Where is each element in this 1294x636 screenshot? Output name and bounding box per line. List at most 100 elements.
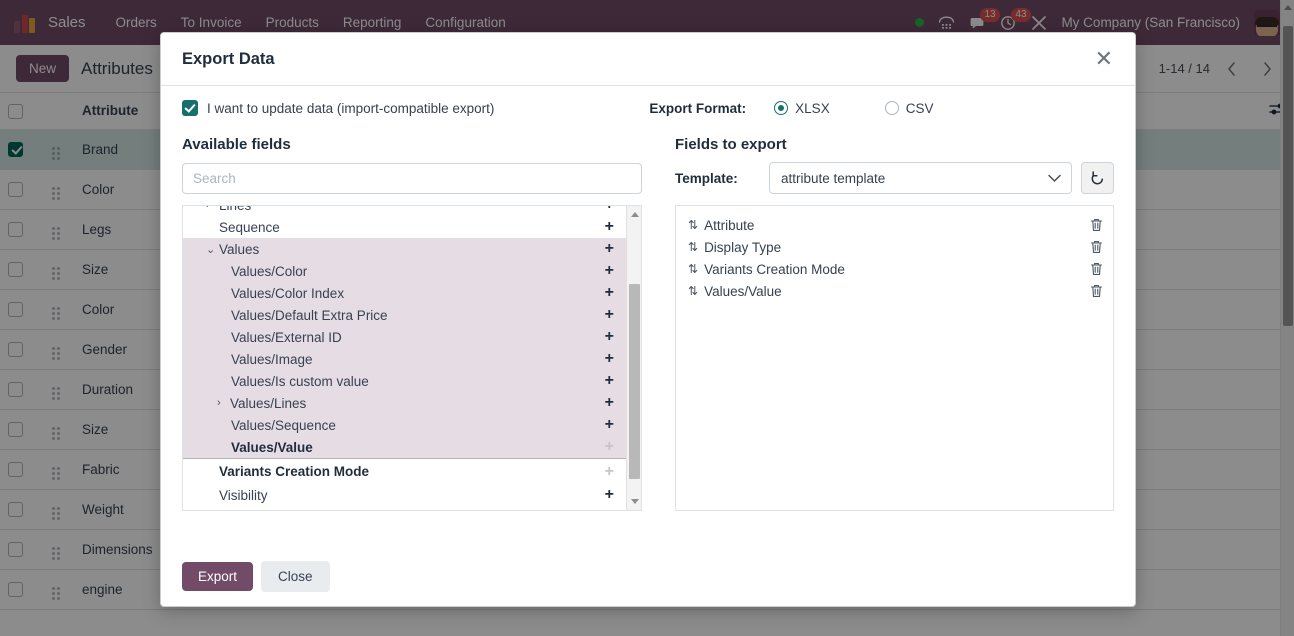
chevron-right-icon[interactable]: › — [206, 206, 219, 211]
field-row-values[interactable]: ⌄ Values + — [183, 238, 626, 260]
field-row-values-is-custom-value[interactable]: Values/Is custom value + — [183, 370, 626, 392]
export-field-row[interactable]: ⇅ Display Type — [688, 236, 1103, 258]
trash-icon[interactable] — [1090, 218, 1103, 232]
add-field-plus-icon: + — [604, 438, 614, 455]
format-option-xlsx[interactable]: XLSX — [774, 101, 830, 116]
field-row-label: Values/Color Index — [231, 285, 345, 301]
add-field-plus-icon[interactable]: + — [605, 351, 614, 367]
template-label: Template: — [675, 170, 738, 186]
fields-to-export-title: Fields to export — [675, 136, 787, 153]
drag-updown-icon[interactable]: ⇅ — [688, 240, 698, 254]
field-row-variants-creation-mode[interactable]: Variants Creation Mode + — [183, 458, 626, 484]
field-row-visibility[interactable]: Visibility + — [183, 484, 626, 506]
close-button[interactable]: Close — [261, 560, 330, 592]
field-row-values-lines[interactable]: › Values/Lines + — [183, 392, 626, 414]
close-x-icon[interactable]: ✕ — [1093, 48, 1115, 70]
trash-icon[interactable] — [1090, 284, 1103, 298]
dialog-panes: Available fields › Lines + Sequence — [182, 136, 1114, 511]
template-row: Template: attribute template — [675, 162, 1114, 194]
available-fields-list-box: › Lines + Sequence + ⌄ Values — [182, 205, 642, 511]
export-format-label: Export Format: — [649, 100, 747, 116]
dialog-options-row: I want to update data (import-compatible… — [182, 100, 1114, 116]
dialog-title: Export Data — [182, 49, 275, 68]
export-field-label: Attribute — [704, 217, 755, 233]
trash-icon[interactable] — [1090, 240, 1103, 254]
available-fields-title: Available fields — [182, 136, 291, 153]
field-row-lines[interactable]: › Lines + — [183, 206, 626, 216]
scroll-down-arrow-icon[interactable] — [630, 499, 639, 504]
export-field-label: Values/Value — [704, 283, 782, 299]
field-row-label: Variants Creation Mode — [219, 464, 370, 479]
field-row-sequence[interactable]: Sequence + — [183, 216, 626, 238]
field-row-values-sequence[interactable]: Values/Sequence + — [183, 414, 626, 436]
radio-xlsx[interactable] — [774, 101, 789, 115]
update-data-checkbox-group[interactable]: I want to update data (import-compatible… — [182, 100, 494, 116]
export-field-label: Display Type — [704, 239, 782, 255]
export-data-dialog: Export Data ✕ I want to update data (imp… — [160, 32, 1136, 607]
field-row-values-color-index[interactable]: Values/Color Index + — [183, 282, 626, 304]
drag-updown-icon[interactable]: ⇅ — [688, 284, 698, 298]
available-fields-pane: Available fields › Lines + Sequence — [182, 136, 642, 511]
field-tree: › Lines + Sequence + ⌄ Values — [183, 206, 626, 506]
chevron-right-icon[interactable]: › — [217, 397, 230, 409]
dialog-body: I want to update data (import-compatible… — [161, 86, 1135, 546]
field-row-label: Values/Is custom value — [231, 373, 369, 389]
drag-updown-icon[interactable]: ⇅ — [688, 218, 698, 232]
field-row-label: Visibility — [219, 487, 268, 503]
add-field-plus-icon[interactable]: + — [605, 307, 614, 323]
update-data-label: I want to update data (import-compatible… — [207, 100, 495, 116]
available-fields-list: › Lines + Sequence + ⌄ Values — [183, 206, 626, 510]
export-field-row[interactable]: ⇅ Values/Value — [688, 280, 1103, 302]
update-data-checkbox[interactable] — [182, 100, 198, 116]
available-fields-scrollbar[interactable] — [626, 206, 641, 510]
export-field-label: Variants Creation Mode — [704, 261, 845, 277]
export-fields-list: ⇅ Attribute ⇅ Display Type ⇅ Variants Cr… — [675, 205, 1114, 511]
format-option-csv[interactable]: CSV — [884, 100, 934, 116]
dialog-footer: Export Close — [161, 546, 1135, 606]
field-row-label: Values — [219, 241, 260, 257]
format-option-xlsx-label: XLSX — [795, 100, 830, 116]
trash-icon[interactable] — [1090, 262, 1103, 276]
add-field-plus-icon[interactable]: + — [605, 395, 614, 411]
field-row-label: Values/Lines — [230, 395, 307, 411]
field-row-label: Values/External ID — [231, 329, 342, 345]
export-field-row[interactable]: ⇅ Attribute — [688, 214, 1103, 236]
scrollbar-thumb[interactable] — [629, 284, 640, 479]
field-row-label: Values/Sequence — [231, 417, 336, 433]
add-field-plus-icon[interactable]: + — [605, 206, 614, 213]
field-row-values-color[interactable]: Values/Color + — [183, 260, 626, 282]
template-select[interactable]: attribute template — [769, 162, 1072, 194]
fields-to-export-pane: Fields to export Template: attribute tem… — [675, 136, 1114, 511]
field-row-label: Values/Value — [231, 439, 313, 455]
export-field-row[interactable]: ⇅ Variants Creation Mode — [688, 258, 1103, 280]
add-field-plus-icon[interactable]: + — [605, 417, 614, 433]
radio-csv[interactable] — [884, 101, 899, 115]
chevron-down-icon[interactable]: ⌄ — [206, 243, 219, 256]
add-field-plus-icon[interactable]: + — [605, 373, 614, 389]
field-row-label: Values/Image — [231, 351, 313, 367]
dialog-header: Export Data ✕ — [161, 33, 1135, 86]
field-row-label: Sequence — [219, 219, 280, 235]
search-input[interactable] — [182, 163, 642, 194]
add-field-plus-icon: + — [604, 462, 614, 480]
add-field-plus-icon[interactable]: + — [605, 329, 614, 345]
add-field-plus-icon[interactable]: + — [605, 219, 614, 235]
drag-updown-icon[interactable]: ⇅ — [688, 262, 698, 276]
field-row-label: Lines — [219, 206, 605, 213]
template-select-wrap: attribute template — [769, 162, 1072, 194]
add-field-plus-icon[interactable]: + — [605, 285, 614, 301]
export-format-group: Export Format: XLSX CSV — [649, 101, 933, 116]
field-row-values-image[interactable]: Values/Image + — [183, 348, 626, 370]
add-field-plus-icon[interactable]: + — [605, 241, 614, 257]
field-row-values-default-extra-price[interactable]: Values/Default Extra Price + — [183, 304, 626, 326]
field-row-values-external-id[interactable]: Values/External ID + — [183, 326, 626, 348]
export-button[interactable]: Export — [182, 561, 254, 591]
scroll-up-arrow-icon[interactable] — [630, 212, 639, 217]
add-field-plus-icon[interactable]: + — [605, 263, 614, 279]
format-option-csv-label: CSV — [905, 100, 934, 116]
reset-arrow-icon — [1091, 170, 1104, 184]
add-field-plus-icon[interactable]: + — [605, 487, 614, 503]
reset-template-button[interactable] — [1081, 162, 1114, 194]
field-row-values-value[interactable]: Values/Value + — [183, 436, 626, 458]
field-row-label: Values/Color — [231, 263, 308, 279]
